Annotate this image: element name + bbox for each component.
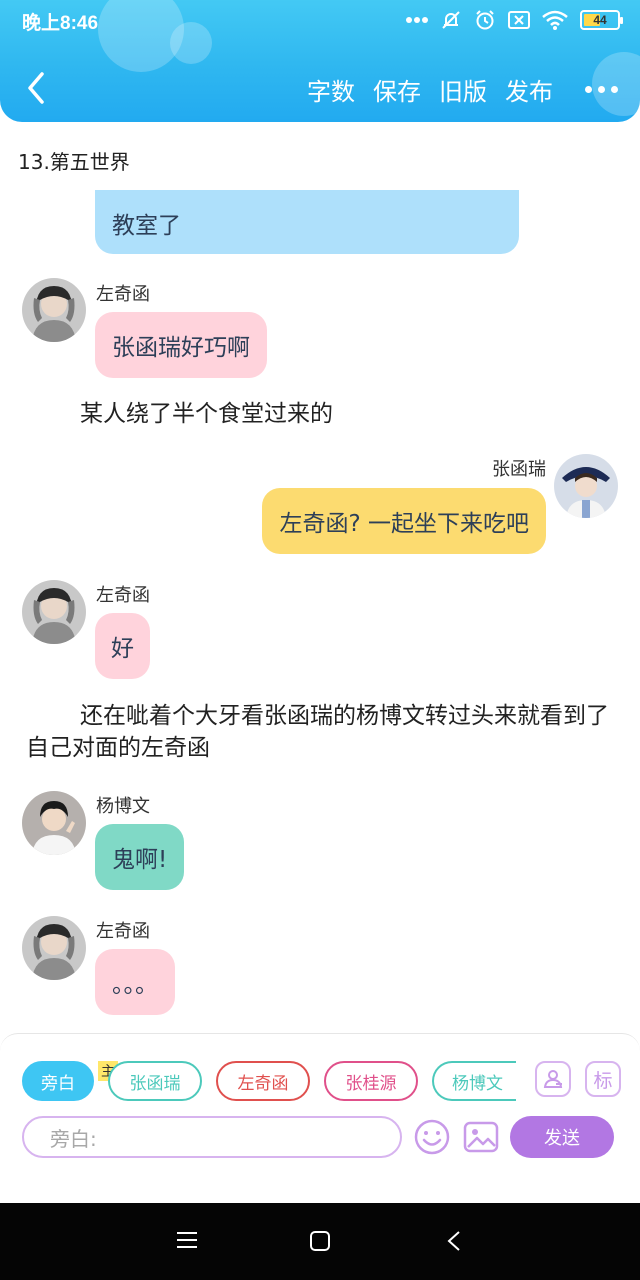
battery-icon: 44 [580, 10, 623, 30]
status-time: 晚上8:46 [22, 13, 99, 34]
avatar[interactable] [22, 791, 86, 855]
chat-area[interactable]: 教室了 左奇函 张函瑞好巧啊 某人绕了半个食堂过来的 张函瑞 左奇函? 一起坐下… [0, 190, 640, 1030]
battery-tip [620, 17, 623, 24]
save-button[interactable]: 保存 [373, 72, 421, 107]
app-header: 晚上8:46 44 字数 保存 旧版 发布 [0, 0, 640, 122]
message-bubble: 张函瑞好巧啊 [95, 312, 267, 378]
role-chip-zuo-qihan[interactable]: 左奇函 [216, 1061, 310, 1101]
role-chip-yang-bowen[interactable]: 杨博文 [432, 1061, 516, 1101]
send-button[interactable]: 发送 [510, 1116, 614, 1158]
chapter-title: 13.第五世界 [18, 150, 130, 174]
role-label: 张函瑞 [129, 1073, 181, 1094]
role-label: 旁白 [41, 1073, 75, 1094]
home-square-icon[interactable] [309, 1230, 331, 1252]
battery-level: 44 [593, 13, 607, 27]
sim-off-icon [508, 11, 530, 29]
message-bubble: 。。。 [95, 949, 175, 1015]
message-bubble: 左奇函? 一起坐下来吃吧 [262, 488, 546, 554]
speaker-name: 张函瑞 [492, 459, 546, 480]
role-chip-zhang-guiyuan[interactable]: 张桂源 [324, 1061, 418, 1101]
back-triangle-icon[interactable] [446, 1230, 462, 1252]
role-chip-zhang-hanrui[interactable]: 张函瑞 [108, 1061, 202, 1101]
menu-icon[interactable] [176, 1230, 198, 1250]
narration-text: 某人绕了半个食堂过来的 [80, 401, 333, 427]
speaker-name: 杨博文 [96, 796, 150, 817]
avatar[interactable] [554, 454, 618, 518]
toolbar-actions: 字数 保存 旧版 发布 [307, 72, 618, 107]
signal-dots-icon [406, 17, 428, 23]
status-icons: 44 [406, 8, 623, 32]
speaker-name: 左奇函 [96, 585, 150, 606]
message-text: 左奇函? 一起坐下来吃吧 [279, 511, 529, 537]
image-icon[interactable] [462, 1118, 500, 1156]
old-version-button[interactable]: 旧版 [439, 72, 487, 107]
speaker-name: 左奇函 [96, 284, 150, 305]
chevron-left-icon[interactable] [18, 68, 54, 108]
message-text: 鬼啊! [112, 847, 168, 873]
publish-button[interactable]: 发布 [505, 72, 553, 107]
message-bubble: 教室了 [95, 190, 519, 254]
message-input[interactable]: 旁白: [22, 1116, 402, 1158]
system-nav-bar [0, 1203, 640, 1280]
message-text: 好 [111, 636, 134, 662]
smiley-icon[interactable] [413, 1118, 451, 1156]
avatar[interactable] [22, 916, 86, 980]
message-text: 教室了 [112, 213, 181, 239]
message-text: 张函瑞好巧啊 [112, 335, 250, 361]
avatar[interactable] [22, 278, 86, 342]
person-card-icon[interactable] [535, 1061, 571, 1097]
message-bubble: 鬼啊! [95, 824, 185, 890]
alarm-icon [476, 10, 494, 30]
role-chip-narrator[interactable]: 旁白 [22, 1061, 94, 1101]
word-count-button[interactable]: 字数 [307, 72, 355, 107]
role-label: 左奇函 [237, 1073, 289, 1094]
role-label: 杨博文 [452, 1073, 503, 1094]
narration-text: 还在呲着个大牙看张函瑞的杨博文转过头来就看到了自己对面的左奇函 [26, 703, 609, 761]
mute-icon [442, 11, 460, 29]
tag-button[interactable]: 标 [585, 1061, 621, 1097]
status-bar: 晚上8:46 44 [0, 0, 640, 40]
role-label: 张桂源 [345, 1073, 397, 1094]
more-horizontal-icon[interactable] [585, 74, 618, 106]
message-bubble: 好 [95, 613, 150, 679]
avatar[interactable] [22, 580, 86, 644]
speaker-name: 左奇函 [96, 921, 150, 942]
message-text: 。。。 [112, 972, 158, 998]
wifi-icon [542, 10, 568, 30]
input-panel: 旁白 主 张函瑞 左奇函 张桂源 杨博文 标 旁白: 发送 [0, 1033, 640, 1203]
